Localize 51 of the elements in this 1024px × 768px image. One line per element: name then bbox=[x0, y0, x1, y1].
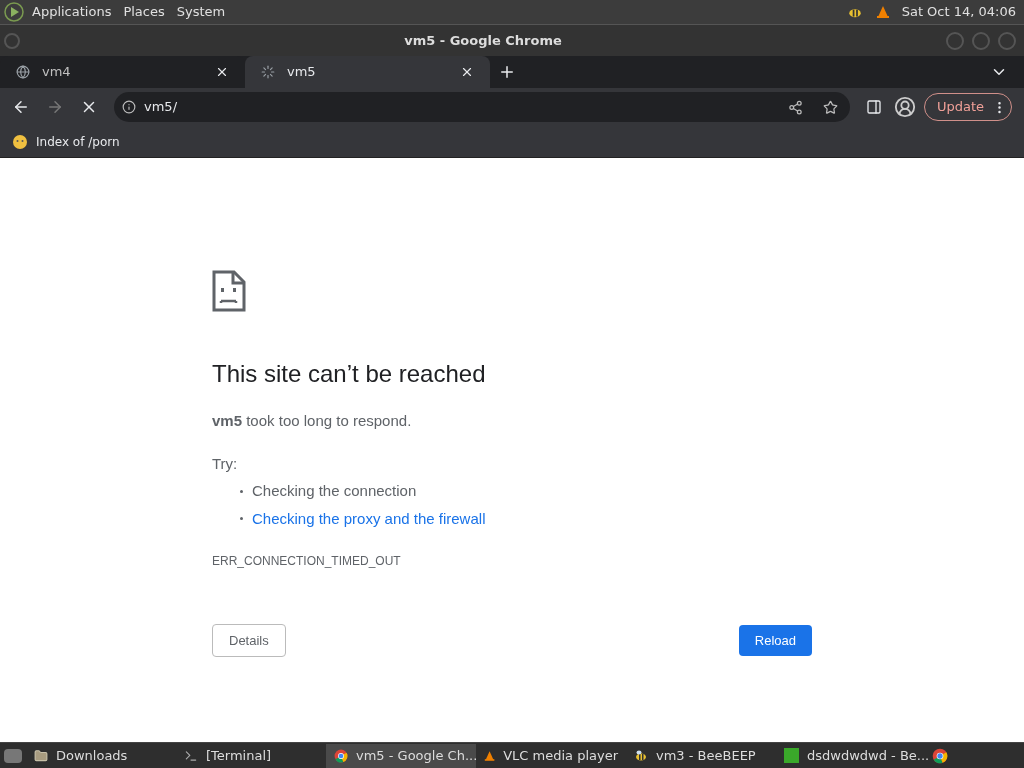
star-icon[interactable] bbox=[822, 99, 838, 115]
error-code: ERR_CONNECTION_TIMED_OUT bbox=[212, 553, 402, 570]
bullet-icon bbox=[240, 489, 243, 493]
play-logo-icon bbox=[4, 2, 24, 22]
show-desktop-icon[interactable] bbox=[4, 748, 22, 763]
loading-spinner-icon bbox=[261, 65, 275, 79]
bullet-icon bbox=[240, 517, 243, 521]
taskbar-item[interactable]: vm3 - BeeBEEP bbox=[626, 743, 776, 768]
close-icon[interactable] bbox=[460, 65, 474, 79]
details-button[interactable]: Details bbox=[212, 624, 286, 657]
bookmark-item[interactable]: Index of /porn bbox=[12, 132, 120, 151]
sad-page-icon bbox=[212, 270, 246, 312]
address-bar[interactable]: vm5/ bbox=[114, 92, 850, 122]
side-panel-icon[interactable] bbox=[865, 99, 882, 115]
chrome-icon bbox=[334, 748, 348, 763]
terminal-icon bbox=[184, 748, 198, 763]
forward-icon[interactable] bbox=[46, 98, 64, 116]
cone-icon bbox=[484, 748, 496, 763]
suggestion-text: Checking the connection bbox=[252, 481, 417, 501]
globe-icon bbox=[16, 65, 30, 79]
profile-icon[interactable] bbox=[893, 96, 916, 118]
info-icon[interactable] bbox=[122, 100, 136, 114]
taskbar-item[interactable]: dsdwdwdwd - Be... bbox=[776, 743, 926, 768]
error-message: vm5 took too long to respond. bbox=[212, 411, 413, 431]
chrome-icon bbox=[932, 747, 948, 764]
bee-icon bbox=[634, 748, 648, 763]
panel-menu[interactable]: Applications bbox=[32, 2, 112, 22]
folder-icon bbox=[34, 748, 48, 763]
face-emoji-icon bbox=[12, 133, 28, 150]
error-title: This site can’t be reached bbox=[212, 359, 487, 389]
tab-title: vm5 bbox=[287, 63, 317, 82]
new-tab-icon[interactable] bbox=[498, 63, 516, 81]
taskbar-item[interactable]: [Terminal] bbox=[176, 743, 326, 768]
clock: Sat Oct 14, 04:06 bbox=[901, 3, 1017, 22]
reload-button[interactable]: Reload bbox=[738, 625, 812, 656]
window-title: vm5 - Google Chrome bbox=[403, 31, 563, 50]
browser-tab[interactable]: vm5 bbox=[245, 56, 490, 88]
taskbar-item[interactable]: Downloads bbox=[26, 743, 176, 768]
cone-icon bbox=[875, 5, 890, 19]
panel-menu[interactable]: System bbox=[176, 2, 226, 22]
taskbar-item[interactable]: vm5 - Google Ch... bbox=[326, 743, 476, 768]
app-icon bbox=[784, 748, 799, 763]
taskbar-item[interactable]: VLC media player bbox=[476, 743, 626, 768]
tab-title: vm4 bbox=[42, 63, 72, 82]
share-icon[interactable] bbox=[787, 99, 803, 115]
back-icon[interactable] bbox=[12, 98, 30, 116]
try-label: Try: bbox=[212, 453, 239, 474]
suggestion-link[interactable]: Checking the proxy and the firewall bbox=[252, 507, 486, 530]
address-text: vm5/ bbox=[144, 98, 178, 117]
panel-menu[interactable]: Places bbox=[123, 2, 165, 22]
close-icon[interactable] bbox=[215, 65, 229, 79]
